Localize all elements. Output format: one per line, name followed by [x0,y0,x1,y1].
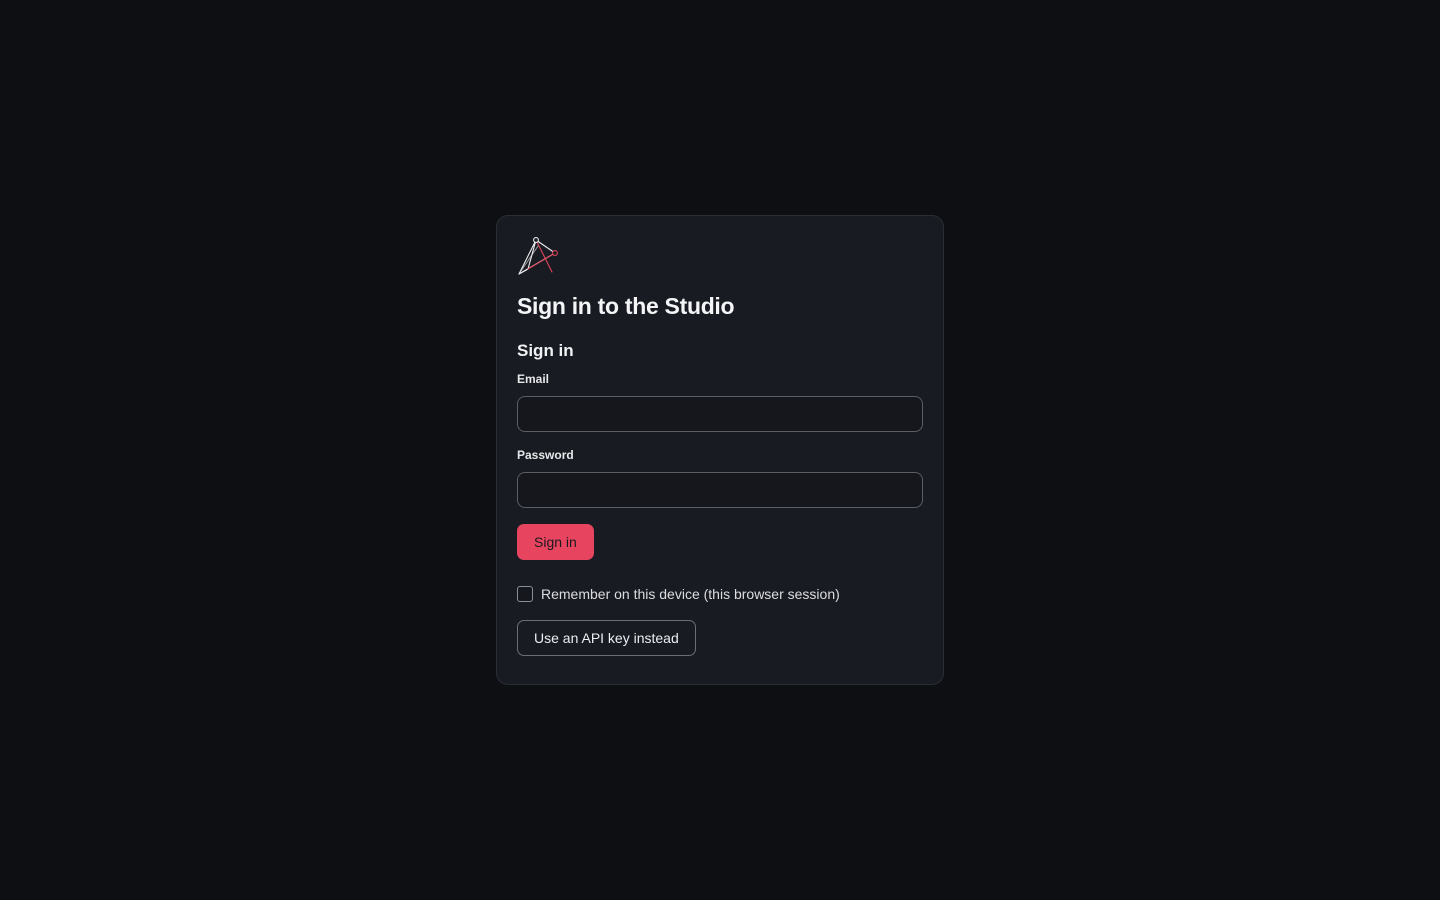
use-api-key-button[interactable]: Use an API key instead [517,620,696,656]
email-label: Email [517,372,550,386]
password-label: Password [517,448,574,462]
sign-in-page: Sign in to the Studio Sign in Email Pass… [0,0,1440,900]
page-title: Sign in to the Studio [517,293,735,319]
password-field[interactable] [517,472,923,508]
studio-logo-icon [518,237,558,275]
remember-device-checkbox[interactable] [517,586,533,602]
email-field[interactable] [517,396,923,432]
sign-in-card: Sign in to the Studio Sign in Email Pass… [496,215,944,685]
remember-device-label[interactable]: Remember on this device (this browser se… [541,585,840,603]
sign-in-button[interactable]: Sign in [517,524,594,560]
remember-device-row[interactable]: Remember on this device (this browser se… [517,585,923,603]
form-section-title: Sign in [517,341,574,360]
